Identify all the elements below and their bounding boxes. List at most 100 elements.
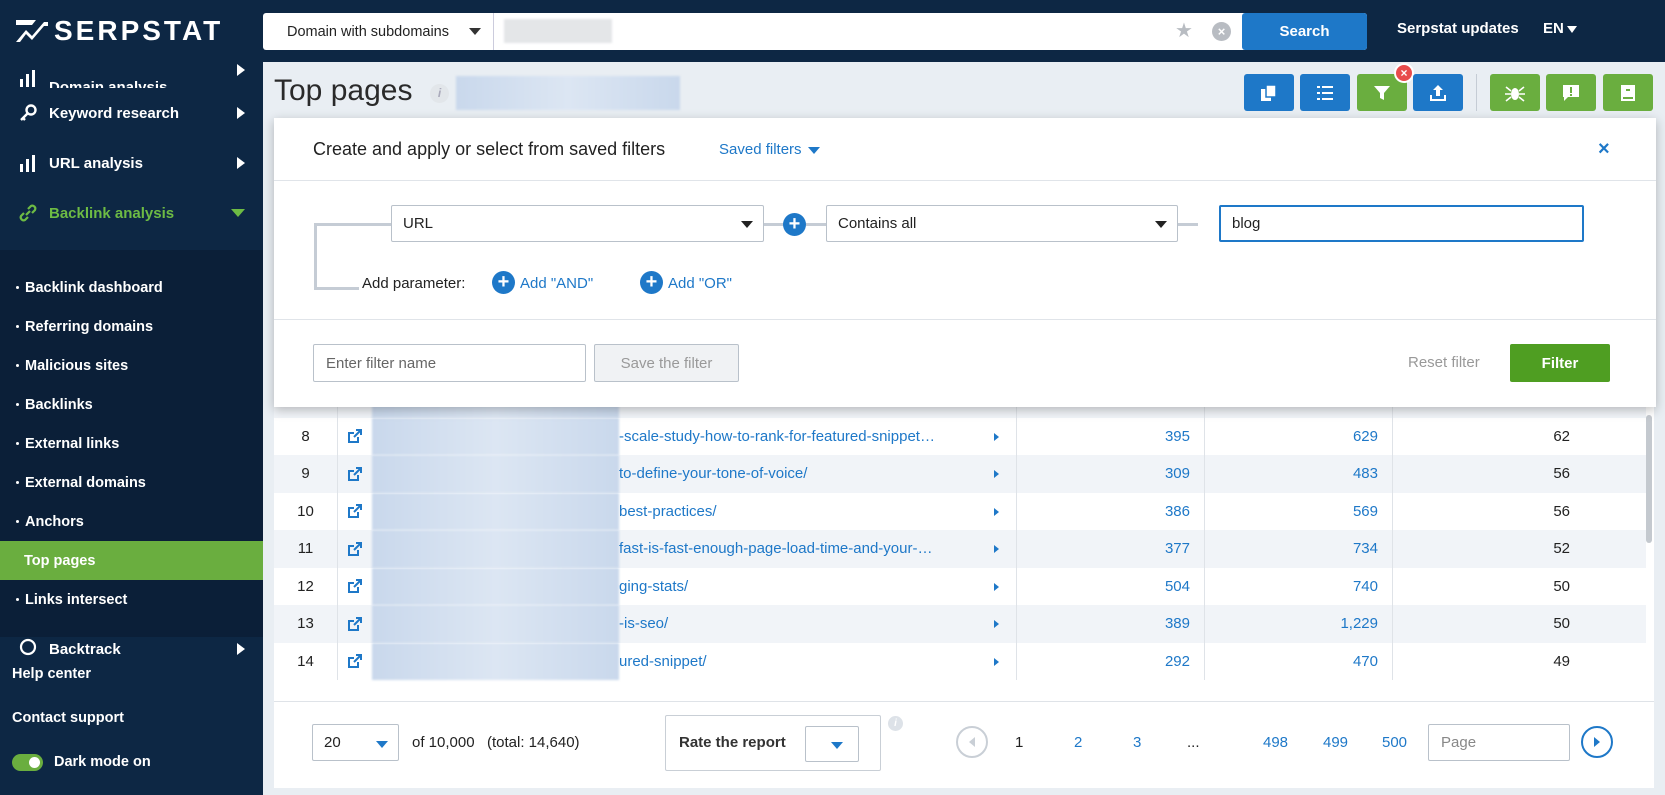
star-icon[interactable]: ★ (1175, 21, 1193, 41)
serpstat-logo[interactable]: SERPSTAT (14, 15, 223, 46)
add-value-icon[interactable]: + (783, 213, 806, 236)
serpstat-updates-link[interactable]: Serpstat updates (1397, 20, 1519, 37)
url-link[interactable]: -is-seo/ (619, 605, 1016, 643)
metric-cell[interactable]: 740 (1204, 567, 1392, 605)
subnav-anchors[interactable]: Anchors (0, 502, 263, 541)
subnav-backlink-dashboard[interactable]: Backlink dashboard (0, 268, 263, 307)
search-mode-select[interactable]: Domain with subdomains (263, 13, 494, 50)
subnav-malicious-sites[interactable]: Malicious sites (0, 346, 263, 385)
nav-url-analysis[interactable]: URL analysis (0, 138, 263, 188)
metric-cell: 56 (1392, 455, 1578, 493)
add-or-link[interactable]: Add "OR" (668, 275, 732, 292)
subnav-external-links[interactable]: External links (0, 424, 263, 463)
language-select[interactable]: EN (1543, 20, 1577, 37)
page-499[interactable]: 499 (1323, 734, 1348, 751)
rate-select[interactable] (805, 726, 859, 762)
page-input[interactable]: Page (1428, 724, 1570, 761)
page-500[interactable]: 500 (1382, 734, 1407, 751)
subnav-referring-domains[interactable]: Referring domains (0, 307, 263, 346)
expand-arrow-icon[interactable] (994, 620, 999, 628)
nav-domain-analysis[interactable]: Domain analysis (0, 62, 263, 88)
metric-cell[interactable]: 629 (1204, 417, 1392, 455)
search-button[interactable]: Search (1242, 13, 1367, 50)
reset-filter-link[interactable]: Reset filter (1408, 354, 1480, 371)
per-page-select[interactable]: 20 (312, 724, 399, 761)
expand-arrow-icon[interactable] (994, 470, 999, 478)
add-or-icon[interactable]: + (640, 271, 663, 294)
help-book-button[interactable] (1603, 74, 1653, 111)
toggle-switch[interactable] (12, 753, 43, 771)
url-text: ured-snippet/ (619, 652, 707, 670)
parameter-select[interactable]: URL (391, 205, 764, 242)
saved-filters-dropdown[interactable]: Saved filters (719, 141, 820, 158)
filter-value-input[interactable]: blog (1219, 205, 1584, 242)
metric-cell[interactable]: 389 (1016, 605, 1204, 643)
url-link[interactable]: fast-is-fast-enough-page-load-time-and-y… (619, 530, 1016, 568)
copy-button[interactable] (1244, 74, 1294, 111)
next-page-button[interactable] (1581, 726, 1613, 758)
subnav-top-pages[interactable]: Top pages (0, 541, 263, 580)
external-link-icon[interactable] (338, 455, 372, 493)
apply-filter-button[interactable]: Filter (1510, 344, 1610, 382)
prev-page-button[interactable] (956, 726, 988, 758)
expand-arrow-icon[interactable] (994, 545, 999, 553)
subnav-backlinks[interactable]: Backlinks (0, 385, 263, 424)
contact-support-link[interactable]: Contact support (0, 696, 263, 740)
nav-backlink-analysis[interactable]: Backlink analysis (0, 188, 263, 238)
metric-cell[interactable]: 292 (1016, 642, 1204, 680)
external-link-icon[interactable] (338, 530, 372, 568)
metric-cell[interactable]: 734 (1204, 530, 1392, 568)
url-link[interactable]: to-define-your-tone-of-voice/ (619, 455, 1016, 493)
page-2[interactable]: 2 (1074, 734, 1082, 751)
dark-mode-toggle[interactable]: Dark mode on (0, 740, 263, 784)
info-icon[interactable]: i (888, 716, 903, 731)
subnav-links-intersect[interactable]: Links intersect (0, 580, 263, 619)
url-link[interactable]: -scale-study-how-to-rank-for-featured-sn… (619, 418, 1016, 456)
condition-select[interactable]: Contains all (826, 205, 1178, 242)
metric-cell[interactable]: 1,229 (1204, 605, 1392, 643)
expand-arrow-icon[interactable] (994, 507, 999, 516)
add-and-link[interactable]: Add "AND" (520, 275, 593, 292)
url-link[interactable]: ured-snippet/ (619, 643, 1016, 681)
metric-cell[interactable]: 569 (1204, 492, 1392, 530)
external-link-icon[interactable] (338, 418, 372, 456)
expand-arrow-icon[interactable] (994, 657, 999, 666)
feedback-button[interactable] (1546, 74, 1596, 111)
metric-cell[interactable]: 483 (1204, 455, 1392, 493)
external-link-icon[interactable] (338, 568, 372, 606)
info-icon[interactable]: i (430, 84, 449, 103)
nav-keyword-research[interactable]: Keyword research (0, 88, 263, 138)
columns-button[interactable] (1300, 74, 1350, 111)
expand-arrow-icon[interactable] (994, 582, 999, 591)
nav-label: Backlink analysis (49, 204, 175, 222)
filter-name-input[interactable]: Enter filter name (313, 344, 586, 382)
clear-filter-badge[interactable]: × (1394, 63, 1414, 83)
add-and-icon[interactable]: + (492, 271, 515, 294)
table-scrollbar[interactable] (1646, 415, 1652, 543)
metric-cell[interactable]: 470 (1204, 642, 1392, 680)
close-icon[interactable]: × (1598, 138, 1610, 161)
url-link[interactable]: best-practices/ (619, 493, 1016, 531)
page-3[interactable]: 3 (1133, 734, 1141, 751)
clear-icon[interactable]: × (1212, 22, 1231, 41)
page-498[interactable]: 498 (1263, 734, 1288, 751)
external-link-icon[interactable] (338, 605, 372, 643)
subnav-label: Malicious sites (25, 357, 129, 374)
page-1[interactable]: 1 (1015, 734, 1023, 751)
url-link[interactable]: ging-stats/ (619, 568, 1016, 606)
expand-arrow-icon[interactable] (994, 432, 999, 441)
external-link-icon[interactable] (338, 643, 372, 681)
search-input[interactable] (504, 19, 612, 43)
save-filter-button[interactable]: Save the filter (594, 344, 739, 382)
metric-cell[interactable]: 386 (1016, 492, 1204, 530)
metric-cell[interactable]: 309 (1016, 455, 1204, 493)
crawler-button[interactable] (1490, 74, 1540, 111)
metric-cell[interactable]: 395 (1016, 417, 1204, 455)
help-center-link[interactable]: Help center (0, 652, 263, 696)
export-button[interactable] (1413, 74, 1463, 111)
metric-cell[interactable]: 377 (1016, 530, 1204, 568)
subnav-external-domains[interactable]: External domains (0, 463, 263, 502)
metric-cell[interactable]: 504 (1016, 567, 1204, 605)
external-link-icon[interactable] (338, 493, 372, 531)
filter-panel-footer: Enter filter name Save the filter Reset … (274, 320, 1656, 407)
